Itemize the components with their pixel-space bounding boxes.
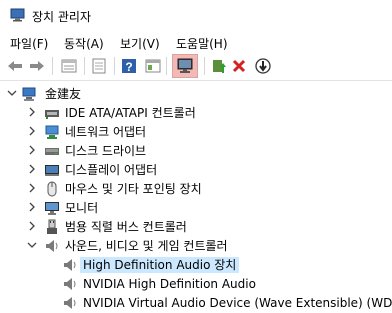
tree-root-label: 金建友 — [45, 87, 82, 101]
tree-item-audio-device[interactable]: NVIDIA High Definition Audio — [0, 274, 392, 294]
properties-icon — [61, 59, 77, 73]
monitor-icon — [45, 202, 59, 215]
disable-icon — [255, 58, 271, 74]
tree-item-label: 네트워크 어댑터 — [65, 125, 147, 139]
back-button[interactable] — [4, 55, 26, 77]
svg-text:?: ? — [125, 60, 132, 74]
ide-controller-icon — [45, 110, 59, 119]
disk-drive-icon — [45, 148, 59, 155]
menu-help[interactable]: 도움말(H) — [176, 35, 228, 52]
properties-button[interactable] — [58, 55, 80, 77]
help-button[interactable]: ? — [118, 55, 140, 77]
toolbar-separator — [52, 57, 53, 75]
tree-item-label: 마우스 및 기타 포인팅 장치 — [65, 182, 202, 196]
menu-file[interactable]: 파일(F) — [10, 35, 48, 52]
toolbar: ? — [0, 52, 392, 81]
window-title: 장치 관리자 — [32, 10, 92, 24]
chevron-right-icon[interactable] — [26, 106, 38, 118]
tree-item-ide-controllers[interactable]: IDE ATA/ATAPI 컨트롤러 — [0, 103, 392, 123]
tree-item-display-adapters[interactable]: 디스플레이 어댑터 — [0, 160, 392, 180]
details-button[interactable] — [88, 55, 110, 77]
toolbar-separator — [84, 57, 85, 75]
uninstall-icon — [232, 59, 246, 73]
uninstall-button[interactable] — [228, 55, 250, 77]
menu-action[interactable]: 동작(A) — [64, 35, 104, 52]
tree-item-label: NVIDIA High Definition Audio — [83, 277, 256, 291]
back-icon — [8, 61, 22, 71]
chevron-down-icon[interactable] — [6, 87, 18, 99]
tree-item-label: NVIDIA Virtual Audio Device (Wave Extens… — [83, 296, 392, 310]
tree-item-label: 모니터 — [65, 201, 99, 215]
title-bar: 장치 관리자 — [0, 0, 392, 30]
chevron-down-icon[interactable] — [26, 239, 38, 251]
tree-item-label: 디스크 드라이브 — [65, 144, 147, 158]
chevron-right-icon[interactable] — [26, 144, 38, 156]
computer-icon — [22, 87, 36, 101]
tree-item-disk-drives[interactable]: 디스크 드라이브 — [0, 141, 392, 161]
tree-item-monitors[interactable]: 모니터 — [0, 198, 392, 218]
tree-item-sound-controllers[interactable]: 사운드, 비디오 및 게임 컨트롤러 — [0, 236, 392, 256]
display-adapter-icon — [45, 165, 59, 176]
update-driver-button[interactable] — [208, 55, 230, 77]
tree-item-mice[interactable]: 마우스 및 기타 포인팅 장치 — [0, 179, 392, 199]
tree-root[interactable]: 金建友 — [0, 84, 392, 104]
toolbar-separator — [114, 57, 115, 75]
view-button[interactable] — [142, 55, 164, 77]
disable-button[interactable] — [252, 55, 274, 77]
view-icon — [145, 59, 161, 73]
details-icon — [92, 58, 106, 74]
chevron-right-icon[interactable] — [26, 201, 38, 213]
toolbar-separator — [166, 57, 167, 75]
tree-item-audio-device[interactable]: High Definition Audio 장치 — [0, 255, 392, 275]
update-driver-icon — [213, 60, 226, 73]
speaker-icon — [64, 259, 76, 271]
forward-button[interactable] — [26, 55, 48, 77]
menu-view[interactable]: 보기(V) — [120, 35, 160, 52]
tree-item-label: 사운드, 비디오 및 게임 컨트롤러 — [65, 239, 228, 253]
speaker-icon — [64, 278, 76, 290]
speaker-icon — [64, 297, 76, 309]
device-manager-icon — [10, 8, 25, 22]
tree-item-label: 범용 직렬 버스 컨트롤러 — [65, 220, 187, 234]
tree-item-audio-device[interactable]: NVIDIA Virtual Audio Device (Wave Extens… — [0, 293, 392, 313]
network-adapter-icon — [45, 125, 59, 139]
speaker-icon — [46, 240, 58, 252]
toolbar-separator — [204, 57, 205, 75]
scan-hardware-button[interactable] — [172, 54, 198, 78]
tree-item-label: High Definition Audio 장치 — [80, 257, 240, 273]
tree-item-label: IDE ATA/ATAPI 컨트롤러 — [65, 106, 196, 120]
tree-item-label: 디스플레이 어댑터 — [65, 163, 158, 177]
mouse-icon — [47, 181, 57, 197]
tree-item-network-adapters[interactable]: 네트워크 어댑터 — [0, 122, 392, 142]
forward-icon — [30, 61, 44, 71]
monitor-scan-icon — [177, 58, 193, 73]
device-tree: 金建友 IDE ATA/ATAPI 컨트롤러 네트워크 어댑터 디스크 드라이브… — [0, 82, 392, 310]
help-icon: ? — [122, 59, 136, 74]
chevron-right-icon[interactable] — [26, 163, 38, 175]
usb-controller-icon — [47, 219, 57, 234]
chevron-right-icon[interactable] — [26, 182, 38, 194]
chevron-right-icon[interactable] — [26, 125, 38, 137]
tree-item-usb-controllers[interactable]: 범용 직렬 버스 컨트롤러 — [0, 217, 392, 237]
chevron-right-icon[interactable] — [26, 220, 38, 232]
menu-bar: 파일(F) 동작(A) 보기(V) 도움말(H) — [0, 30, 392, 52]
